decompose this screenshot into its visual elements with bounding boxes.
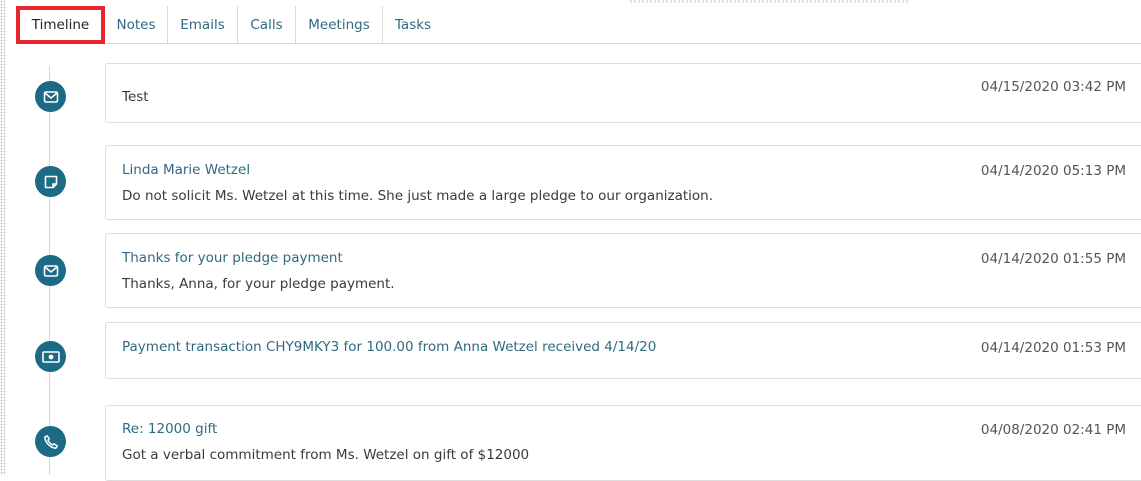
timeline-item[interactable]: Payment transaction CHY9MKY3 for 100.00 … [105, 322, 1141, 379]
item-title-link[interactable]: Thanks for your pledge payment [122, 250, 343, 266]
item-date: 04/15/2020 03:42 PM [980, 79, 1126, 95]
top-edge-residue [630, 0, 910, 3]
item-date: 04/14/2020 05:13 PM [980, 163, 1126, 179]
timeline-item[interactable]: Linda Marie Wetzel Do not solicit Ms. We… [105, 145, 1141, 220]
timeline-item[interactable]: Thanks for your pledge payment Thanks, A… [105, 233, 1141, 308]
item-title-link[interactable]: Payment transaction CHY9MKY3 for 100.00 … [122, 339, 656, 355]
timeline-item[interactable]: Re: 12000 gift Got a verbal commitment f… [105, 405, 1141, 481]
item-date: 04/14/2020 01:53 PM [980, 340, 1126, 356]
tab-emails[interactable]: Emails [168, 6, 238, 43]
tab-calls[interactable]: Calls [238, 6, 296, 43]
phone-icon [35, 426, 66, 457]
money-icon [35, 341, 66, 372]
tab-timeline[interactable]: Timeline [16, 6, 105, 44]
item-body: Do not solicit Ms. Wetzel at this time. … [122, 188, 714, 204]
note-icon [35, 166, 66, 197]
envelope-icon [35, 255, 66, 286]
tab-meetings[interactable]: Meetings [296, 6, 383, 43]
item-body: Test [122, 89, 149, 105]
tab-notes[interactable]: Notes [105, 6, 168, 43]
item-title-link[interactable]: Re: 12000 gift [122, 421, 217, 437]
envelope-icon [35, 81, 66, 112]
item-body: Got a verbal commitment from Ms. Wetzel … [122, 447, 530, 463]
item-body: Thanks, Anna, for your pledge payment. [122, 276, 395, 292]
timeline-item[interactable]: Test 04/15/2020 03:42 PM [105, 63, 1141, 123]
item-title-link[interactable]: Linda Marie Wetzel [122, 162, 250, 178]
item-date: 04/14/2020 01:55 PM [980, 251, 1126, 267]
tab-tasks[interactable]: Tasks [383, 6, 443, 43]
item-date: 04/08/2020 02:41 PM [980, 422, 1126, 438]
activity-tab-bar: Timeline Notes Emails Calls Meetings Tas… [16, 6, 1141, 44]
left-edge-border [0, 0, 6, 475]
